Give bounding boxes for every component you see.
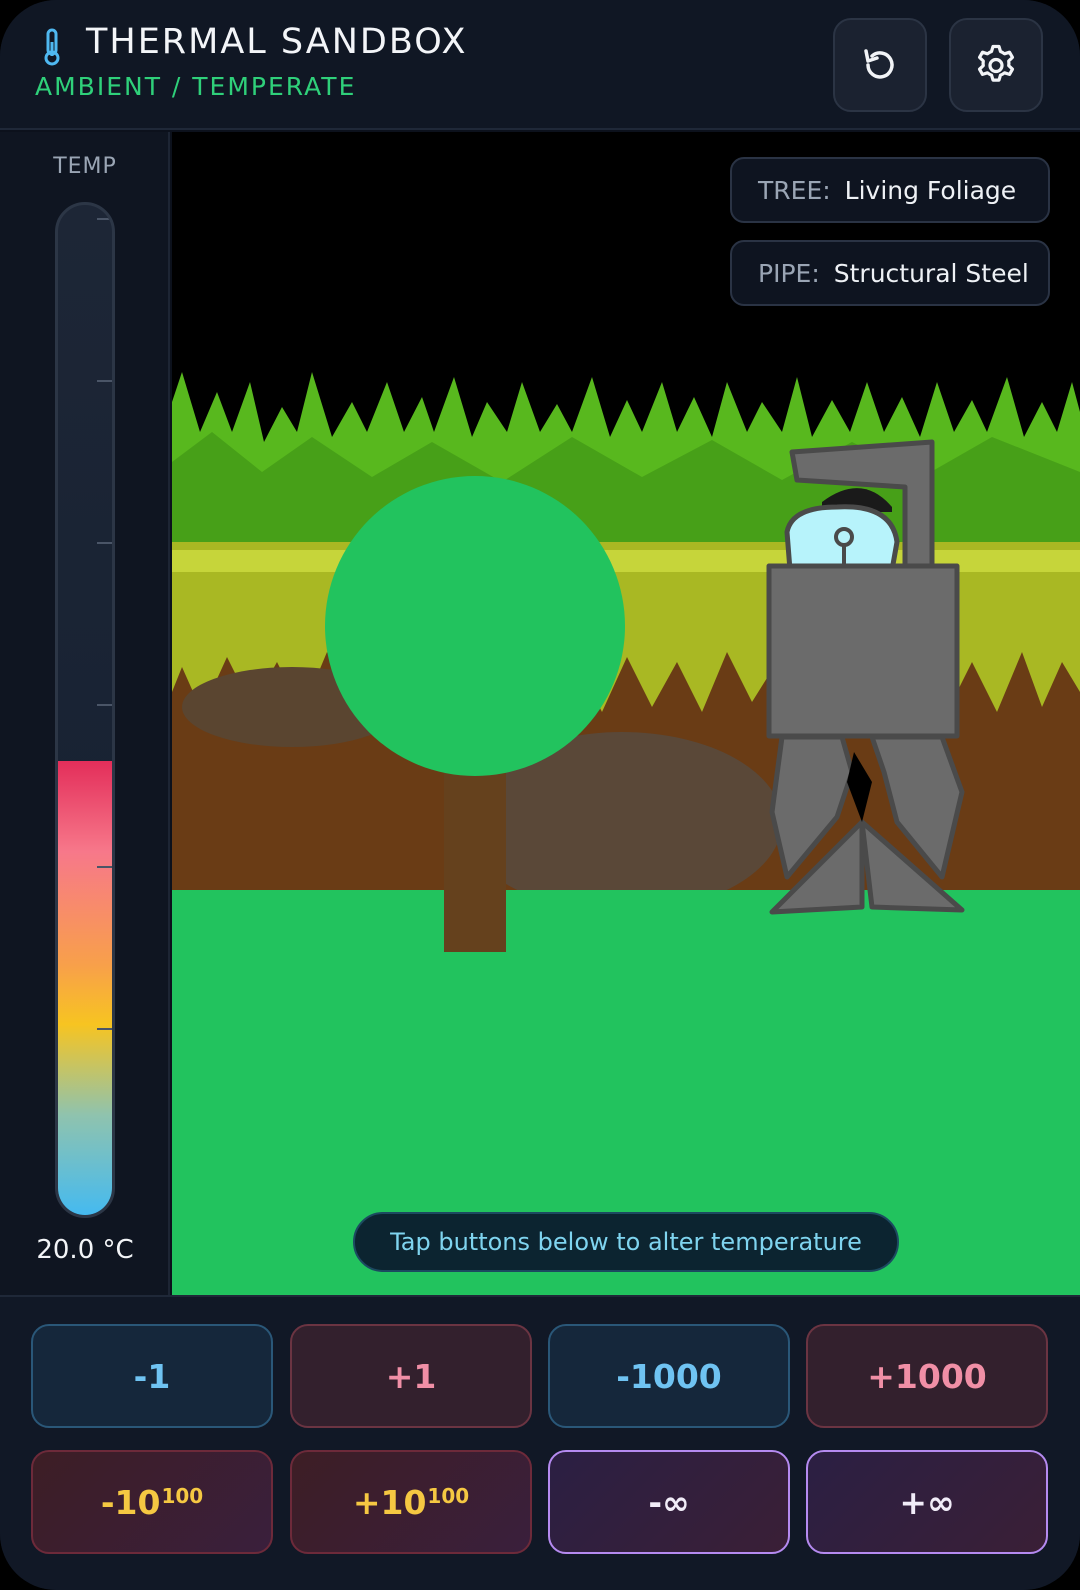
temp-label: TEMP bbox=[53, 154, 117, 179]
tick bbox=[97, 1028, 112, 1030]
minus-googol-exponent: 100 bbox=[161, 1484, 204, 1508]
scene-canvas bbox=[172, 372, 1080, 1295]
plus-1000-button[interactable]: +1000 bbox=[806, 1324, 1048, 1428]
minus-1-button[interactable]: -1 bbox=[31, 1324, 273, 1428]
plus-1-button[interactable]: +1 bbox=[290, 1324, 532, 1428]
game-viewport[interactable]: TREE: Living Foliage PIPE: Structural St… bbox=[172, 132, 1080, 1295]
tree-canopy[interactable] bbox=[325, 476, 625, 776]
tick bbox=[97, 218, 112, 220]
tree-tag-value: Living Foliage bbox=[844, 175, 1017, 205]
tree-trunk[interactable] bbox=[444, 752, 506, 952]
plus-googol-base: +10 bbox=[352, 1482, 427, 1522]
tick bbox=[97, 380, 112, 382]
tick bbox=[97, 704, 112, 706]
hint-banner: Tap buttons below to alter temperature bbox=[353, 1212, 899, 1272]
plus-googol-exponent: 100 bbox=[427, 1484, 470, 1508]
gear-icon bbox=[977, 44, 1015, 82]
reset-button[interactable] bbox=[833, 18, 927, 112]
thermometer-icon bbox=[44, 28, 60, 66]
environment-subtitle: AMBIENT / TEMPERATE bbox=[35, 72, 357, 101]
settings-button[interactable] bbox=[949, 18, 1043, 112]
temp-readout: 20.0 °C bbox=[36, 1235, 134, 1265]
pipe-tag-value: Structural Steel bbox=[833, 258, 1029, 288]
reset-icon bbox=[864, 49, 894, 79]
minus-googol-base: -10 bbox=[100, 1482, 161, 1522]
thermometer-panel: TEMP 20.0 °C bbox=[0, 132, 170, 1295]
minus-googol-button[interactable]: -10 100 bbox=[31, 1450, 273, 1554]
app-frame: THERMAL SANDBOX AMBIENT / TEMPERATE TEMP bbox=[0, 0, 1080, 1590]
tree-material-tag: TREE: Living Foliage bbox=[730, 157, 1050, 223]
temperature-controls: -1 +1 -1000 +1000 -10 100 +10 100 -∞ +∞ bbox=[0, 1295, 1080, 1590]
tick bbox=[97, 542, 112, 544]
tree-tag-key: TREE: bbox=[758, 175, 831, 205]
thermometer-tube bbox=[55, 202, 115, 1218]
app-title: THERMAL SANDBOX bbox=[86, 22, 468, 62]
plus-infinity-button[interactable]: +∞ bbox=[806, 1450, 1048, 1554]
header: THERMAL SANDBOX AMBIENT / TEMPERATE bbox=[0, 0, 1080, 130]
tick bbox=[97, 866, 112, 868]
minus-infinity-button[interactable]: -∞ bbox=[548, 1450, 790, 1554]
pipe-material-tag: PIPE: Structural Steel bbox=[730, 240, 1050, 306]
pipe-tag-key: PIPE: bbox=[758, 258, 820, 288]
minus-1000-button[interactable]: -1000 bbox=[548, 1324, 790, 1428]
plus-googol-button[interactable]: +10 100 bbox=[290, 1450, 532, 1554]
thermometer-fill bbox=[58, 760, 112, 1215]
